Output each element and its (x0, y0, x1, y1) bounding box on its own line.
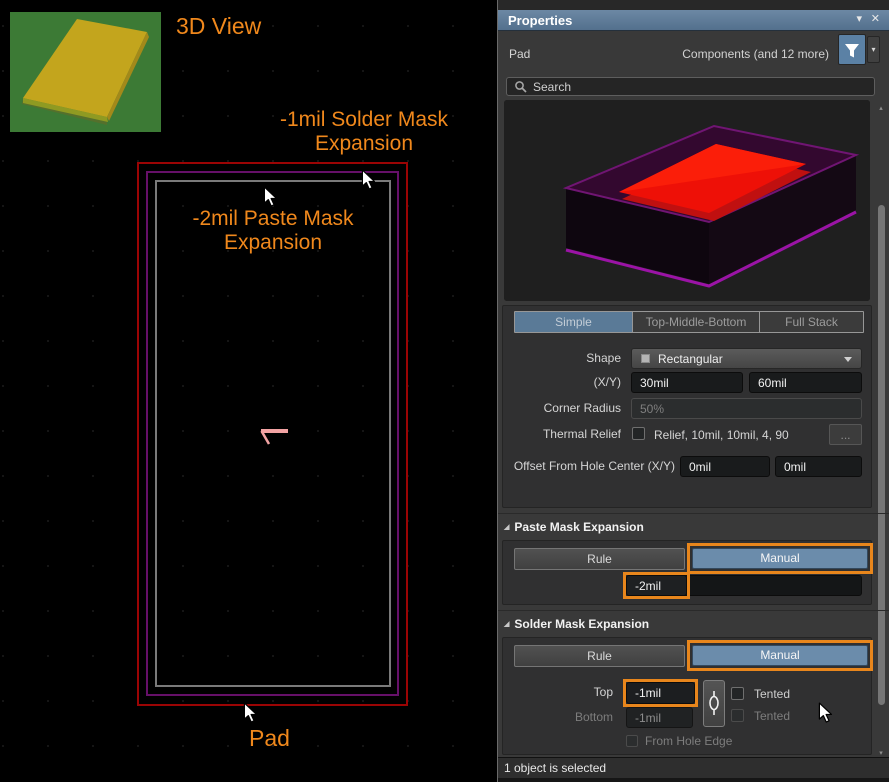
properties-panel: Properties ▾ ✕ Pad Components (and 12 mo… (497, 0, 889, 782)
pad-designator-1 (248, 424, 294, 450)
tab-full-stack[interactable]: Full Stack (759, 312, 863, 332)
xy-label: (X/Y) (498, 372, 621, 393)
filter-icon (839, 35, 865, 64)
tented-bottom-checkbox (731, 709, 744, 722)
highlight-box: Manual (687, 543, 873, 574)
section-expanded-icon: ◢ (504, 524, 509, 531)
corner-radius-label: Corner Radius (498, 398, 621, 419)
offset-label: Offset From Hole Center (X/Y) (498, 456, 675, 477)
status-text: 1 object is selected (504, 761, 606, 775)
thermal-relief-label: Thermal Relief (498, 424, 621, 445)
tented-top-label: Tented (754, 687, 790, 701)
panel-top-strip (498, 0, 889, 10)
pad-3d-preview[interactable] (504, 100, 870, 301)
stack-mode-tabs: Simple Top-Middle-Bottom Full Stack (514, 311, 864, 333)
highlight-box (623, 572, 690, 599)
scope-label: Components (and 12 more) (682, 47, 829, 61)
size-y-field[interactable] (749, 372, 862, 393)
size-x-field[interactable] (631, 372, 743, 393)
thermal-relief-checkbox[interactable] (632, 427, 645, 440)
pcb-canvas[interactable]: 3D View -1mil Solder MaskExpansion -2mil… (0, 0, 497, 782)
link-icon (704, 681, 724, 726)
from-hole-edge-label: From Hole Edge (645, 734, 732, 748)
close-icon[interactable]: ✕ (871, 12, 880, 25)
section-expanded-icon: ◢ (504, 621, 509, 628)
scroll-up-icon[interactable]: ▴ (874, 104, 888, 112)
panel-collapse-icon[interactable]: ▾ (856, 12, 862, 25)
label-pad: Pad (249, 725, 290, 752)
corner-radius-field (631, 398, 862, 419)
label-3d-view: 3D View (176, 13, 261, 40)
thermal-relief-more-button: ... (829, 424, 862, 445)
link-top-bottom-button[interactable] (703, 680, 725, 727)
pad-3d-thumbnail (10, 12, 161, 132)
panel-bottom-edge (498, 778, 889, 782)
search-input[interactable] (533, 78, 863, 95)
tab-simple[interactable]: Simple (515, 312, 632, 332)
bottom-label: Bottom (498, 707, 613, 728)
search-icon (514, 80, 528, 94)
tab-top-middle-bottom[interactable]: Top-Middle-Bottom (632, 312, 759, 332)
solder-mask-manual-button[interactable]: Manual (692, 645, 868, 666)
object-type-label: Pad (509, 47, 530, 61)
paste-mask-manual-button[interactable]: Manual (692, 548, 868, 569)
from-hole-edge-checkbox (626, 735, 638, 747)
highlight-box (623, 679, 698, 707)
altium-workspace: 3D View -1mil Solder MaskExpansion -2mil… (0, 0, 889, 782)
scroll-down-icon[interactable]: ▾ (874, 749, 888, 757)
filter-button[interactable] (838, 34, 866, 65)
solder-mask-rule-button[interactable]: Rule (514, 645, 685, 667)
offset-y-field[interactable] (775, 456, 862, 477)
tented-bottom-label: Tented (754, 709, 790, 723)
label-solder-mask-expansion: -1mil Solder MaskExpansion (258, 108, 470, 156)
rectangular-shape-icon (641, 354, 650, 363)
solder-mask-bottom-field (626, 707, 693, 728)
search-box (506, 77, 875, 96)
filter-dropdown-button[interactable]: ▾ (867, 36, 880, 63)
status-bar: 1 object is selected (498, 758, 889, 778)
thermal-relief-value: Relief, 10mil, 10mil, 4, 90 (654, 428, 789, 442)
highlight-box: Manual (687, 640, 873, 671)
top-label: Top (498, 682, 613, 703)
paste-mask-value-field[interactable] (626, 575, 687, 596)
offset-x-field[interactable] (680, 456, 770, 477)
shape-label: Shape (498, 348, 621, 369)
shape-select[interactable]: Rectangular (631, 348, 862, 369)
panel-header: Properties ▾ ✕ (498, 10, 889, 31)
paste-mask-section-header[interactable]: ◢Paste Mask Expansion (504, 520, 644, 534)
pad-3d-render (504, 100, 870, 301)
section-divider (498, 610, 889, 611)
shape-value: Rectangular (658, 350, 723, 369)
solder-mask-top-field[interactable] (626, 682, 695, 704)
scrollbar-thumb[interactable] (878, 205, 885, 705)
tented-top-checkbox[interactable] (731, 687, 744, 700)
chevron-down-icon (844, 357, 852, 362)
section-divider (498, 513, 889, 514)
paste-mask-rule-button[interactable]: Rule (514, 548, 685, 570)
panel-title: Properties (508, 13, 572, 28)
solder-mask-section-header[interactable]: ◢Solder Mask Expansion (504, 617, 649, 631)
